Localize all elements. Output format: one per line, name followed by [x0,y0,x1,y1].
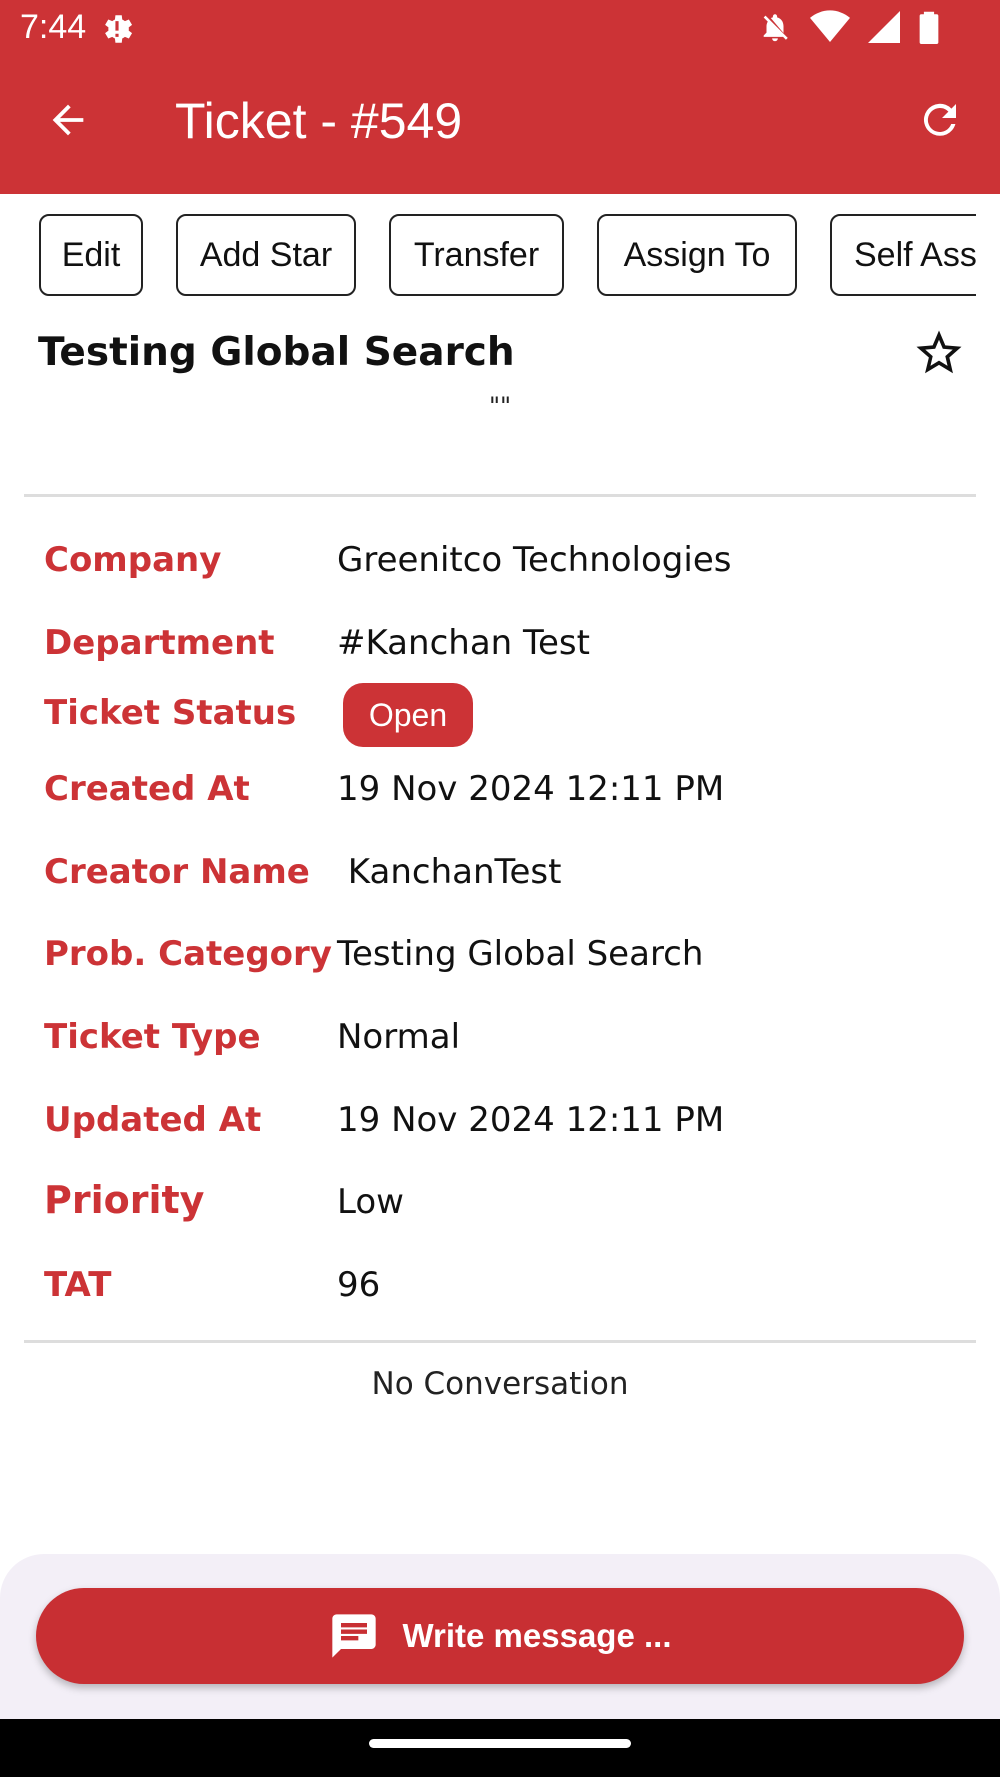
detail-label: Ticket Status [44,693,297,733]
page-title: Ticket - #549 [175,93,463,149]
wifi-icon [810,10,850,43]
gear-icon [105,15,133,43]
write-message-button[interactable]: Write message ... [36,1588,964,1684]
status-badge: Open [343,683,473,747]
detail-label: TAT [44,1265,112,1305]
detail-label: Created At [44,769,250,809]
detail-value: 19 Nov 2024 12:11 PM [337,1100,725,1140]
detail-value: Greenitco Technologies [337,540,732,580]
detail-value: KanchanTest [337,852,562,892]
detail-row-department: Department #Kanchan Test [0,623,1000,683]
cellular-icon [868,11,900,43]
star-outline-icon[interactable] [912,326,966,380]
self-assign-button[interactable]: Self Assign [830,214,976,296]
detail-label: Department [44,623,275,663]
app-bar: Ticket - #549 [0,68,1000,184]
detail-row-prob-category: Prob. Category Testing Global Search [0,934,1000,994]
assign-to-button[interactable]: Assign To [597,214,797,296]
edit-button[interactable]: Edit [39,214,143,296]
detail-label: Updated At [44,1100,262,1140]
detail-value: 96 [337,1265,381,1305]
battery-icon [919,11,939,44]
detail-label: Ticket Type [44,1017,261,1057]
transfer-button[interactable]: Transfer [389,214,564,296]
detail-value: #Kanchan Test [337,623,590,663]
divider [24,494,976,497]
detail-row-updated-at: Updated At 19 Nov 2024 12:11 PM [0,1100,1000,1160]
detail-value: Normal [337,1017,461,1057]
home-indicator[interactable] [369,1739,631,1748]
detail-value: Low [337,1182,404,1222]
detail-row-creator-name: Creator Name KanchanTest [0,852,1000,912]
detail-label: Prob. Category [44,934,332,974]
status-bar: 7:44 [0,0,1000,58]
detail-row-priority: Priority Low [0,1178,1000,1238]
refresh-button[interactable] [910,90,970,150]
ticket-title: Testing Global Search [38,330,515,375]
detail-value: 19 Nov 2024 12:11 PM [337,769,725,809]
ticket-description: "" [488,392,512,420]
app-header: 7:44 Ticket - #549 [0,0,1000,194]
status-icons [758,10,940,44]
empty-conversation-text: No Conversation [371,1366,629,1402]
arrow-back-icon [52,104,84,136]
detail-row-status: Ticket Status Open [0,683,1000,753]
refresh-icon [923,103,956,136]
detail-row-ticket-type: Ticket Type Normal [0,1017,1000,1077]
write-message-label: Write message ... [402,1617,672,1654]
status-time: 7:44 [20,8,87,46]
divider [24,1340,976,1343]
message-icon [332,1614,377,1658]
detail-row-tat: TAT 96 [0,1265,1000,1325]
detail-value: Testing Global Search [337,934,704,974]
detail-label: Company [44,540,222,580]
system-nav-bar [0,1719,1000,1777]
add-star-button[interactable]: Add Star [176,214,356,296]
detail-label: Priority [44,1178,205,1222]
action-buttons-row: Edit Add Star Transfer Assign To Self As… [0,214,976,298]
detail-label: Creator Name [44,852,310,892]
composer-footer: Write message ... [0,1554,1000,1719]
back-button[interactable] [38,90,98,150]
detail-row-created-at: Created At 19 Nov 2024 12:11 PM [0,769,1000,829]
notifications-off-icon [763,14,788,42]
detail-row-company: Company Greenitco Technologies [0,540,1000,600]
